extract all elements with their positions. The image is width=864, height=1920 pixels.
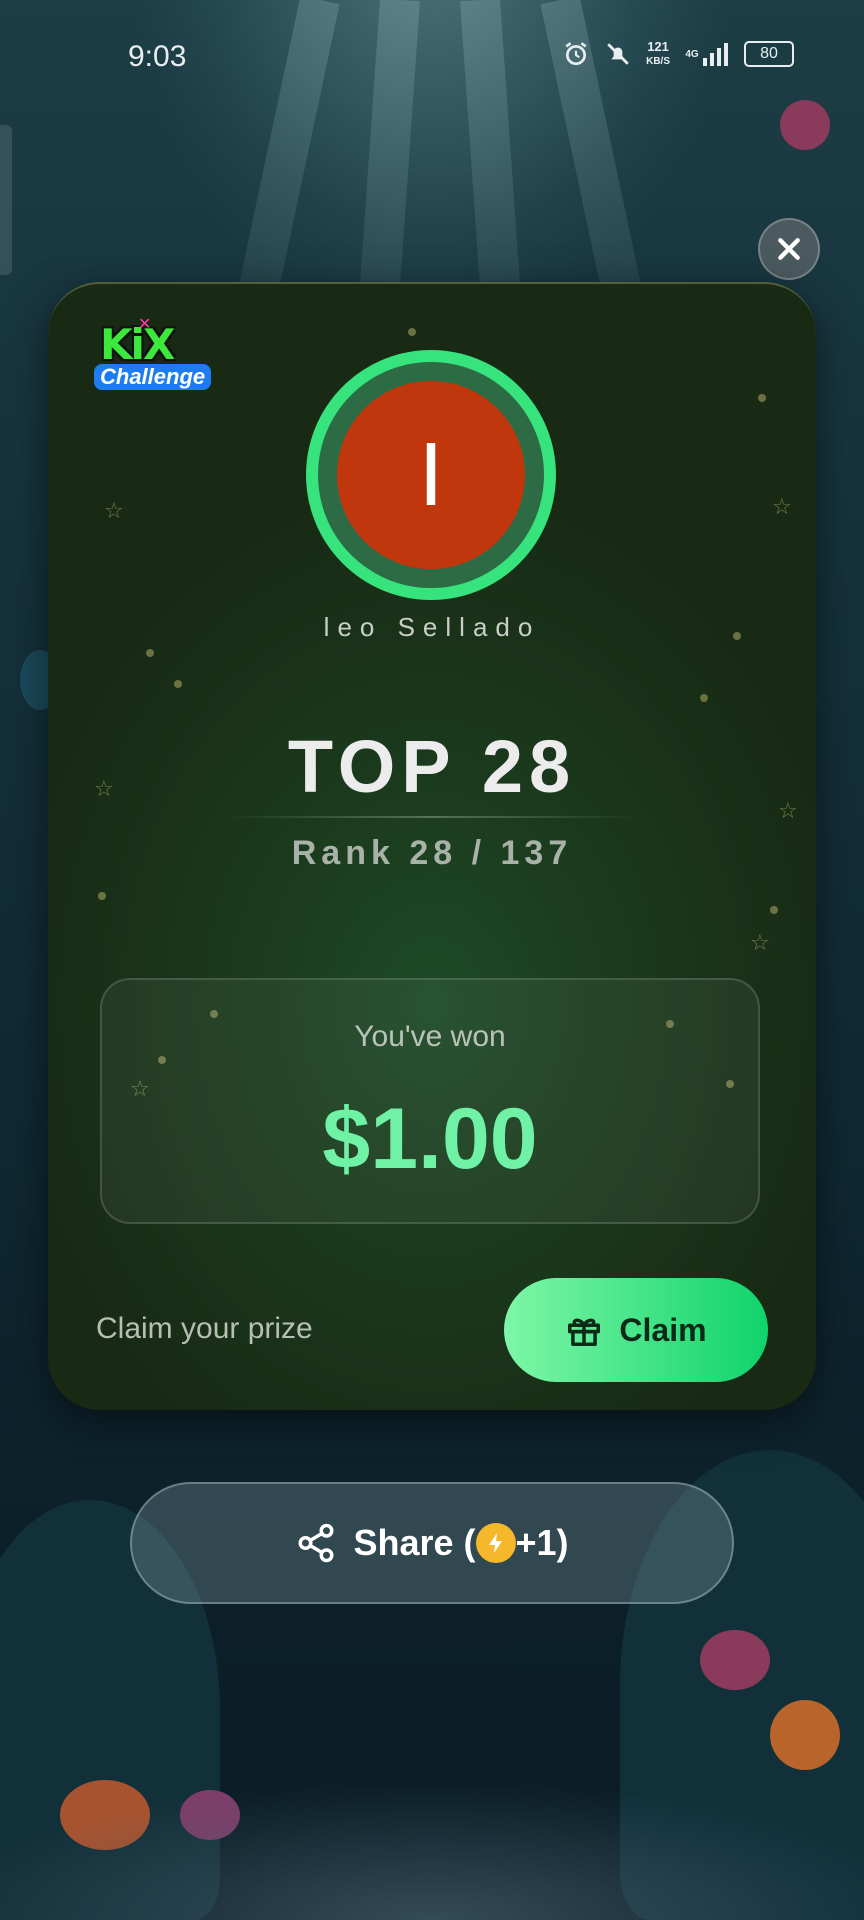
avatar-ring: I — [306, 350, 556, 600]
result-card: ☆ ☆ ☆ ☆ ☆ ☆ KiX ✕ Challenge I leo Sellad… — [48, 282, 816, 1410]
battery-icon: 80 — [744, 41, 794, 67]
rank-text: Rank 28 / 137 — [291, 834, 573, 872]
edge-panel-handle[interactable] — [0, 125, 12, 275]
claim-button-label: Claim — [619, 1311, 707, 1348]
share-icon — [298, 1523, 334, 1563]
prize-amount: $1.00 — [322, 1091, 538, 1187]
claim-prompt: Claim your prize — [96, 1312, 313, 1345]
kix-challenge-logo: KiX ✕ Challenge — [94, 316, 212, 400]
share-label: Share ( +1) — [353, 1522, 569, 1563]
username: leo Sellado — [323, 612, 541, 642]
signal-icon: 4G — [684, 40, 730, 68]
close-icon — [778, 238, 800, 260]
avatar: I — [337, 381, 525, 569]
network-speed: 121 KB/S — [646, 39, 670, 67]
status-time: 9:03 — [128, 40, 187, 73]
lightning-icon — [475, 1523, 516, 1563]
gift-icon — [568, 1318, 601, 1346]
divider — [226, 816, 638, 818]
status-bar: 9:03 121 KB/S 4G 80 — [0, 0, 864, 118]
alarm-icon — [562, 40, 590, 68]
share-button[interactable]: Share ( +1) — [130, 1482, 734, 1604]
status-icons: 121 KB/S 4G 80 — [562, 40, 794, 68]
mute-icon — [604, 40, 632, 68]
claim-button[interactable]: Claim — [504, 1278, 768, 1382]
prize-box: You've won $1.00 — [100, 978, 760, 1224]
close-button[interactable] — [758, 218, 820, 280]
rank-title: TOP 28 — [287, 725, 577, 808]
prize-label: You've won — [354, 1020, 506, 1053]
